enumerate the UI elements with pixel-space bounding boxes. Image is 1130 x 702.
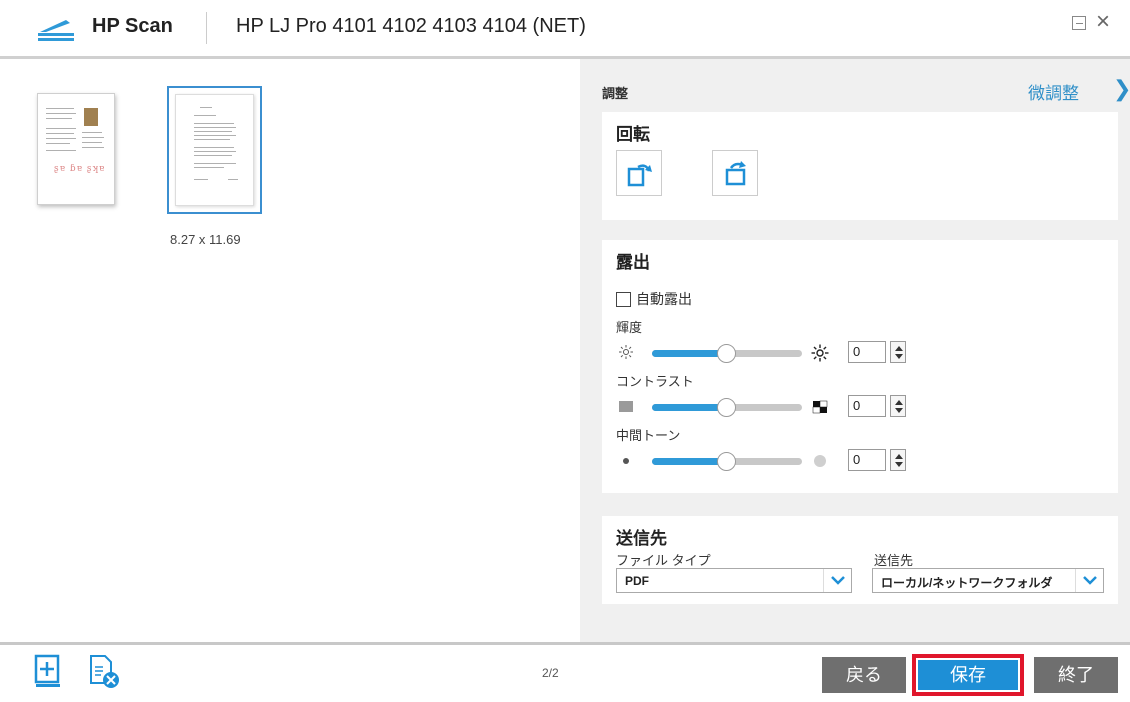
finish-button[interactable]: 終了	[1034, 657, 1118, 693]
settings-panel: 調整 微調整 ❯ 回転 露出 自動露出 輝度 0 コントラスト 0 中間トーン …	[580, 59, 1130, 642]
chevron-down-icon	[823, 569, 851, 592]
page-size-label: 8.27 x 11.69	[170, 232, 241, 247]
midtone-input[interactable]: 0	[848, 449, 886, 471]
brightness-slider-thumb[interactable]	[717, 344, 736, 363]
destination-title: 送信先	[616, 529, 667, 548]
scanner-logo-icon	[38, 20, 74, 41]
midtone-track[interactable]	[652, 452, 802, 471]
chevron-right-icon[interactable]: ❯	[1113, 76, 1130, 102]
contrast-input[interactable]: 0	[848, 395, 886, 417]
auto-exposure-checkbox[interactable]: 自動露出	[616, 289, 692, 309]
bottom-bar: 2/2 戻る 保存 終了	[0, 645, 1130, 702]
delete-page-icon[interactable]	[88, 653, 122, 691]
exposure-card: 露出 自動露出 輝度 0 コントラスト 0 中間トーン 0	[602, 240, 1118, 493]
fine-tune-link[interactable]: 微調整	[1028, 79, 1079, 104]
sun-bright-icon	[811, 344, 829, 362]
device-name: HP LJ Pro 4101 4102 4103 4104 (NET)	[236, 15, 586, 37]
brightness-input[interactable]: 0	[848, 341, 886, 363]
close-icon[interactable]: ×	[1096, 10, 1110, 34]
contrast-slider-thumb[interactable]	[717, 398, 736, 417]
rotate-right-button[interactable]	[616, 150, 662, 196]
rotate-left-button[interactable]	[712, 150, 758, 196]
rotate-right-icon	[627, 164, 652, 187]
chevron-down-icon	[1075, 569, 1103, 592]
page-thumbnail-2[interactable]	[167, 86, 262, 214]
title-separator	[206, 12, 207, 44]
rotation-title: 回転	[616, 125, 650, 144]
exposure-title: 露出	[616, 253, 650, 272]
contrast-label: コントラスト	[616, 374, 694, 389]
rotate-left-icon	[725, 161, 746, 186]
destination-select[interactable]: ローカル/ネットワークフォルダ	[872, 568, 1104, 593]
destination-value: ローカル/ネットワークフォルダ	[881, 576, 1053, 590]
title-bar: HP Scan HP LJ Pro 4101 4102 4103 4104 (N…	[0, 0, 1130, 56]
brightness-track[interactable]	[652, 344, 802, 363]
midtone-slider-thumb[interactable]	[717, 452, 736, 471]
destination-label: 送信先	[874, 553, 914, 568]
midtone-spinner[interactable]	[890, 449, 906, 471]
minimize-icon[interactable]	[1072, 16, 1086, 30]
preview-area: ʂɐ ɓɐ ʂʞɐ 8.27 x 11.69	[0, 59, 580, 642]
midtone-track-fill	[652, 458, 727, 465]
brightness-spinner[interactable]	[890, 341, 906, 363]
contrast-low-icon	[619, 401, 633, 412]
app-name: HP Scan	[92, 15, 173, 37]
file-type-label: ファイル タイプ	[616, 553, 711, 568]
file-type-select[interactable]: PDF	[616, 568, 852, 593]
file-type-value: PDF	[625, 574, 649, 588]
rotation-card: 回転	[602, 112, 1118, 220]
page-indicator: 2/2	[542, 666, 559, 680]
contrast-high-icon	[812, 400, 828, 414]
auto-exposure-label: 自動露出	[636, 291, 692, 307]
sun-dim-icon	[619, 345, 633, 359]
add-page-icon[interactable]	[32, 653, 66, 691]
light-dot-icon	[814, 455, 826, 467]
thumbnail-photo	[84, 108, 98, 126]
back-button[interactable]: 戻る	[822, 657, 906, 693]
adjust-heading: 調整	[602, 86, 629, 101]
save-button[interactable]: 保存	[918, 660, 1018, 690]
page-thumbnail-1[interactable]: ʂɐ ɓɐ ʂʞɐ	[37, 93, 115, 205]
contrast-track-fill	[652, 404, 727, 411]
destination-card: 送信先 ファイル タイプ 送信先 PDF ローカル/ネットワークフォルダ	[602, 516, 1118, 604]
contrast-track[interactable]	[652, 398, 802, 417]
checkbox-box[interactable]	[616, 291, 631, 307]
brightness-slider-row: 0	[616, 341, 916, 363]
contrast-spinner[interactable]	[890, 395, 906, 417]
thumbnail-graphic: ʂɐ ɓɐ ʂʞɐ	[54, 164, 106, 174]
brightness-label: 輝度	[616, 320, 643, 335]
midtone-label: 中間トーン	[616, 428, 681, 443]
dark-dot-icon	[623, 458, 629, 464]
save-button-highlight: 保存	[912, 654, 1024, 696]
contrast-slider-row: 0	[616, 395, 916, 417]
midtone-slider-row: 0	[616, 449, 916, 471]
brightness-track-fill	[652, 350, 727, 357]
